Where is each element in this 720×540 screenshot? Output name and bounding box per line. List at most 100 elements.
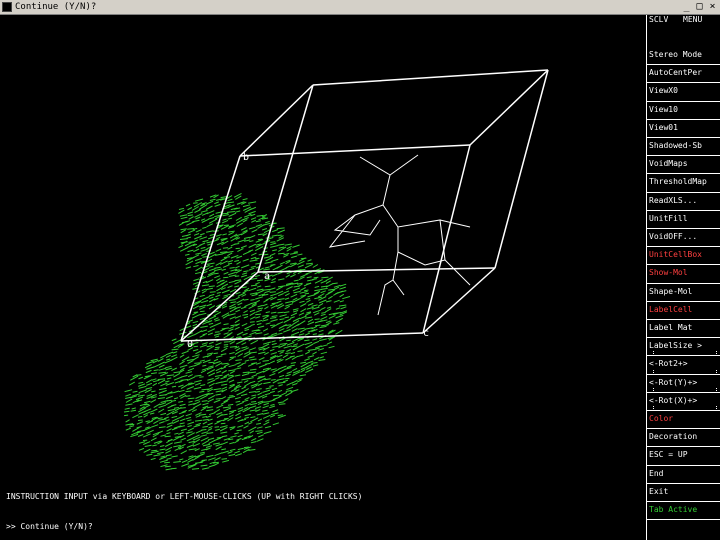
menu-item[interactable]: VoidMaps [647, 156, 720, 175]
density-contour-segment [213, 352, 218, 355]
density-contour-segment [314, 324, 321, 327]
density-contour-segment [194, 271, 202, 275]
instruction-prompt: INSTRUCTION INPUT via KEYBOARD or LEFT-M… [6, 492, 363, 501]
menu-item[interactable]: Shadowed-Sb [647, 138, 720, 157]
density-contour-segment [243, 316, 249, 319]
density-contour-segment [278, 374, 285, 378]
density-contour-segment [249, 259, 258, 262]
maximize-button[interactable]: □ [693, 1, 706, 13]
menu-item[interactable]: ViewX0 [647, 83, 720, 102]
density-contour-segment [165, 468, 172, 471]
density-contour-segment [228, 414, 234, 418]
menu-item[interactable]: Tab Active [647, 502, 720, 521]
density-contour-segment [227, 260, 234, 263]
density-contour-segment [255, 309, 263, 313]
slider-ticks[interactable] [653, 351, 717, 355]
menu-item[interactable]: Label Mat [647, 320, 720, 339]
menu-item[interactable]: Decoration [647, 429, 720, 448]
density-contour-segment [278, 403, 286, 405]
density-contour-segment [242, 204, 251, 208]
density-contour-segment [304, 341, 313, 346]
density-contour-segment [235, 296, 240, 300]
density-contour-segment [198, 413, 207, 416]
density-contour-segment [286, 371, 293, 374]
structure-viewport[interactable]: 0 a b c INSTRUCTION INPUT via KEYBOARD o… [0, 15, 646, 540]
density-contour-segment [303, 282, 312, 287]
slider-ticks[interactable] [653, 369, 717, 373]
density-contour-segment [292, 367, 298, 372]
density-contour-segment [248, 347, 256, 351]
menu-item[interactable]: End [647, 466, 720, 484]
density-contour-segment [165, 351, 174, 356]
menu-item[interactable]: ESC = UP [647, 447, 720, 466]
density-contour-segment [125, 403, 133, 406]
close-button[interactable]: × [706, 1, 719, 13]
density-contour-segment [319, 299, 327, 304]
density-contour-segment [227, 217, 233, 220]
density-contour-segment [279, 342, 288, 345]
density-contour-segment [178, 389, 185, 393]
density-contour-segment [335, 307, 341, 310]
menu-item[interactable]: Exit [647, 484, 720, 502]
density-contour-segment [269, 360, 276, 364]
density-contour-segment [254, 257, 260, 260]
density-contour-segment [270, 293, 278, 297]
density-contour-segment [187, 249, 194, 253]
density-contour-segment [184, 253, 190, 256]
density-contour-segment [255, 390, 260, 393]
menu-item[interactable]: LabelCell [647, 302, 720, 320]
density-contour-segment [333, 291, 339, 296]
density-contour-segment [300, 287, 306, 291]
density-contour-segment [201, 439, 210, 445]
menu-item[interactable]: VoidOFF... [647, 229, 720, 248]
density-contour-segment [181, 463, 190, 467]
minimize-button[interactable]: _ [680, 1, 693, 13]
density-contour-segment [216, 412, 223, 416]
density-contour-segment [278, 278, 285, 281]
density-contour-segment [222, 233, 227, 236]
density-contour-segment [270, 281, 276, 284]
menu-item[interactable]: Shape-Mol [647, 284, 720, 302]
density-contour-segment [271, 332, 278, 336]
density-contour-segment [256, 426, 263, 429]
slider-ticks[interactable] [653, 387, 717, 391]
density-contour-segment [291, 345, 298, 348]
density-contour-segment [201, 284, 210, 287]
density-contour-segment [171, 415, 178, 419]
density-contour-segment [333, 299, 340, 303]
density-contour-segment [195, 422, 202, 426]
slider-ticks[interactable] [653, 406, 717, 409]
density-contour-segment [307, 259, 312, 262]
density-contour-segment [193, 424, 201, 428]
command-line[interactable]: >> Continue (Y/N)? [6, 522, 93, 532]
density-contour-segment [269, 390, 275, 394]
density-contour-segment [132, 390, 138, 393]
density-contour-segment [194, 212, 203, 218]
density-contour-segment [272, 409, 279, 413]
menu-item[interactable]: Color [647, 411, 720, 430]
menu-item[interactable]: UnitCellBox [647, 247, 720, 266]
density-contour-segment [138, 441, 146, 444]
density-contour-segment [326, 341, 333, 345]
density-contour-segment [242, 399, 249, 403]
density-contour-segment [234, 396, 241, 400]
density-contour-segment [226, 375, 235, 381]
density-contour-segment [234, 319, 240, 324]
density-contour-segment [292, 308, 299, 311]
density-contour-segment [199, 334, 206, 338]
menu-item[interactable]: View10 [647, 102, 720, 120]
density-contour-segment [320, 306, 326, 311]
menu-item[interactable]: UnitFill [647, 211, 720, 229]
menu-item[interactable]: ReadXLS... [647, 193, 720, 211]
menu-item[interactable]: AutoCentPer [647, 65, 720, 84]
density-contour-segment [188, 365, 195, 368]
density-contour-segment [123, 410, 130, 413]
density-contour-segment [199, 390, 205, 393]
menu-item[interactable]: Stereo Mode [647, 47, 720, 66]
density-contour-segment [179, 238, 188, 240]
density-contour-segment [340, 306, 347, 310]
menu-item[interactable]: ThresholdMap [647, 174, 720, 193]
menu-item[interactable]: View01 [647, 120, 720, 138]
density-contour-segment [242, 332, 248, 336]
menu-item[interactable]: Show-Mol [647, 265, 720, 284]
